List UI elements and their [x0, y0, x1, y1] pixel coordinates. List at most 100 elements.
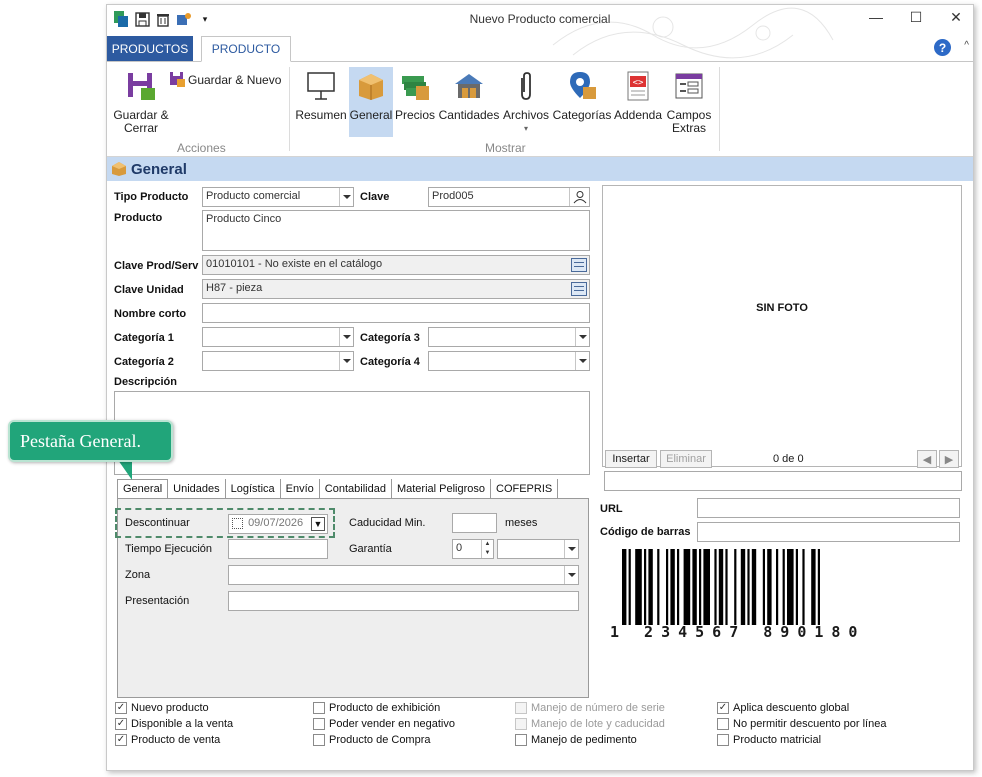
clave-prodserv-field[interactable]: 01010101 - No existe en el catálogo — [202, 255, 590, 275]
option-checkbox[interactable]: ✓ Nuevo producto — [115, 702, 209, 714]
categoria2-select[interactable] — [202, 351, 354, 371]
categorias-button[interactable]: Categorías — [553, 69, 611, 122]
nombre-corto-input[interactable] — [202, 303, 590, 323]
chevron-down-icon[interactable] — [339, 188, 353, 206]
presentation-board-icon — [304, 69, 338, 103]
campos-extras-button[interactable]: Campos Extras — [663, 69, 715, 135]
chevron-down-icon[interactable] — [564, 566, 578, 584]
chevron-down-icon[interactable] — [575, 328, 589, 346]
archivos-button[interactable]: Archivos ▾ — [501, 69, 551, 135]
collapse-ribbon-icon[interactable]: ^ — [964, 40, 969, 51]
minimize-button[interactable]: — — [865, 9, 887, 26]
subtab-logistica[interactable]: Logística — [226, 479, 281, 499]
guardar-nuevo-label: Guardar & Nuevo — [188, 73, 282, 87]
categoria1-label: Categoría 1 — [114, 332, 174, 344]
descripcion-textarea[interactable] — [114, 391, 590, 475]
option-checkbox[interactable]: ✓ Producto de venta — [115, 734, 220, 746]
nombre-corto-label: Nombre corto — [114, 308, 187, 320]
maximize-button[interactable]: ☐ — [905, 9, 927, 26]
producto-textarea[interactable]: Producto Cinco — [202, 210, 590, 251]
clave-input[interactable]: Prod005 — [428, 187, 590, 207]
barcode-bar — [817, 549, 820, 625]
subtab-material-peligroso[interactable]: Material Peligroso — [392, 479, 491, 499]
option-checkbox-label: Disponible a la venta — [131, 718, 234, 730]
url-input[interactable] — [697, 498, 960, 518]
clave-unidad-field[interactable]: H87 - pieza — [202, 279, 590, 299]
barcode-bar — [644, 549, 647, 625]
previous-photo-button[interactable]: ◀ — [917, 450, 937, 468]
close-button[interactable]: ✕ — [945, 9, 967, 26]
archivos-label: Archivos — [502, 108, 549, 122]
option-checkbox[interactable]: ✓ Aplica descuento global — [717, 702, 849, 714]
barcode-bar — [648, 549, 653, 625]
clave-unidad-label: Clave Unidad — [114, 284, 184, 296]
subtab-cofepris[interactable]: COFEPRIS — [491, 479, 559, 499]
tab-productos[interactable]: PRODUCTOS — [107, 36, 193, 61]
barcode-input[interactable] — [697, 522, 960, 542]
option-checkbox-label: Manejo de pedimento — [531, 734, 637, 746]
option-checkbox-label: Manejo de número de serie — [531, 702, 665, 714]
checkmark-icon: ✓ — [115, 734, 127, 746]
subtab-general[interactable]: General — [117, 479, 169, 499]
form-fields-icon — [672, 69, 706, 103]
caducidad-input[interactable] — [452, 513, 497, 533]
cantidades-button[interactable]: Cantidades — [437, 69, 501, 122]
subtab-unidades[interactable]: Unidades — [168, 479, 226, 499]
categoria3-select[interactable] — [428, 327, 590, 347]
clave-value: Prod005 — [432, 190, 474, 202]
next-photo-button[interactable]: ▶ — [939, 450, 959, 468]
help-icon[interactable]: ? — [934, 39, 951, 56]
precios-button[interactable]: Precios — [395, 69, 435, 122]
zona-select[interactable] — [228, 565, 579, 585]
catalog-icon[interactable] — [571, 258, 587, 272]
insertar-button[interactable]: Insertar — [605, 450, 657, 468]
ribbon-separator — [289, 67, 290, 151]
guardar-cerrar-button[interactable]: Guardar & Cerrar — [113, 69, 169, 135]
chevron-down-icon[interactable] — [564, 540, 578, 558]
option-checkbox[interactable]: ✓ Disponible a la venta — [115, 718, 233, 730]
subtab-envio[interactable]: Envío — [281, 479, 320, 499]
option-checkbox[interactable]: Poder vender en negativo — [313, 718, 455, 730]
option-checkbox-label: Nuevo producto — [131, 702, 209, 714]
title-bar: ▾ Nuevo Producto comercial — ☐ ✕ — [107, 5, 973, 35]
producto-label: Producto — [114, 212, 163, 224]
detail-tabs: General Unidades Logística Envío Contabi… — [117, 479, 559, 499]
annotation-callout: Pestaña General. — [8, 420, 173, 462]
chevron-down-icon[interactable] — [339, 352, 353, 370]
barcode-bar — [670, 549, 675, 625]
chevron-down-icon[interactable] — [575, 352, 589, 370]
categoria4-select[interactable] — [428, 351, 590, 371]
tab-producto[interactable]: PRODUCTO — [201, 36, 291, 62]
general-button[interactable]: General — [349, 67, 393, 137]
eliminar-button[interactable]: Eliminar — [660, 450, 712, 468]
categoria1-select[interactable] — [202, 327, 354, 347]
resumen-button[interactable]: Resumen — [295, 69, 347, 122]
user-lookup-icon[interactable] — [569, 188, 589, 206]
addenda-button[interactable]: <> Addenda — [613, 69, 663, 122]
garantia-spinner[interactable]: 0 ▲ ▼ — [452, 539, 494, 559]
barcode-bar — [714, 549, 717, 625]
option-checkbox[interactable]: Producto de exhibición — [313, 702, 440, 714]
option-checkbox[interactable]: No permitir descuento por línea — [717, 718, 886, 730]
barcode-bar — [692, 549, 697, 625]
guardar-nuevo-button[interactable]: Guardar & Nuevo — [169, 71, 281, 90]
presentacion-input[interactable] — [228, 591, 579, 611]
garantia-unit-select[interactable] — [497, 539, 579, 559]
barcode-bar — [677, 549, 680, 625]
spinner-arrows-icon[interactable]: ▲ ▼ — [481, 540, 493, 558]
tipo-producto-select[interactable]: Producto comercial — [202, 187, 354, 207]
chevron-down-icon[interactable] — [339, 328, 353, 346]
option-checkbox[interactable]: Producto matricial — [717, 734, 821, 746]
photo-path-input[interactable] — [604, 471, 962, 491]
option-checkbox[interactable]: Producto de Compra — [313, 734, 431, 746]
barcode-image — [622, 549, 820, 625]
catalog-icon[interactable] — [571, 282, 587, 296]
tiempo-ejecucion-input[interactable] — [228, 539, 328, 559]
option-checkbox-label: Producto de Compra — [329, 734, 431, 746]
guardar-cerrar-label: Guardar & Cerrar — [113, 108, 169, 135]
caducidad-unit: meses — [505, 517, 538, 529]
subtab-contabilidad[interactable]: Contabilidad — [320, 479, 392, 499]
option-checkbox[interactable]: Manejo de pedimento — [515, 734, 637, 746]
highlight-box — [115, 508, 335, 538]
barcode-bar — [776, 549, 779, 625]
